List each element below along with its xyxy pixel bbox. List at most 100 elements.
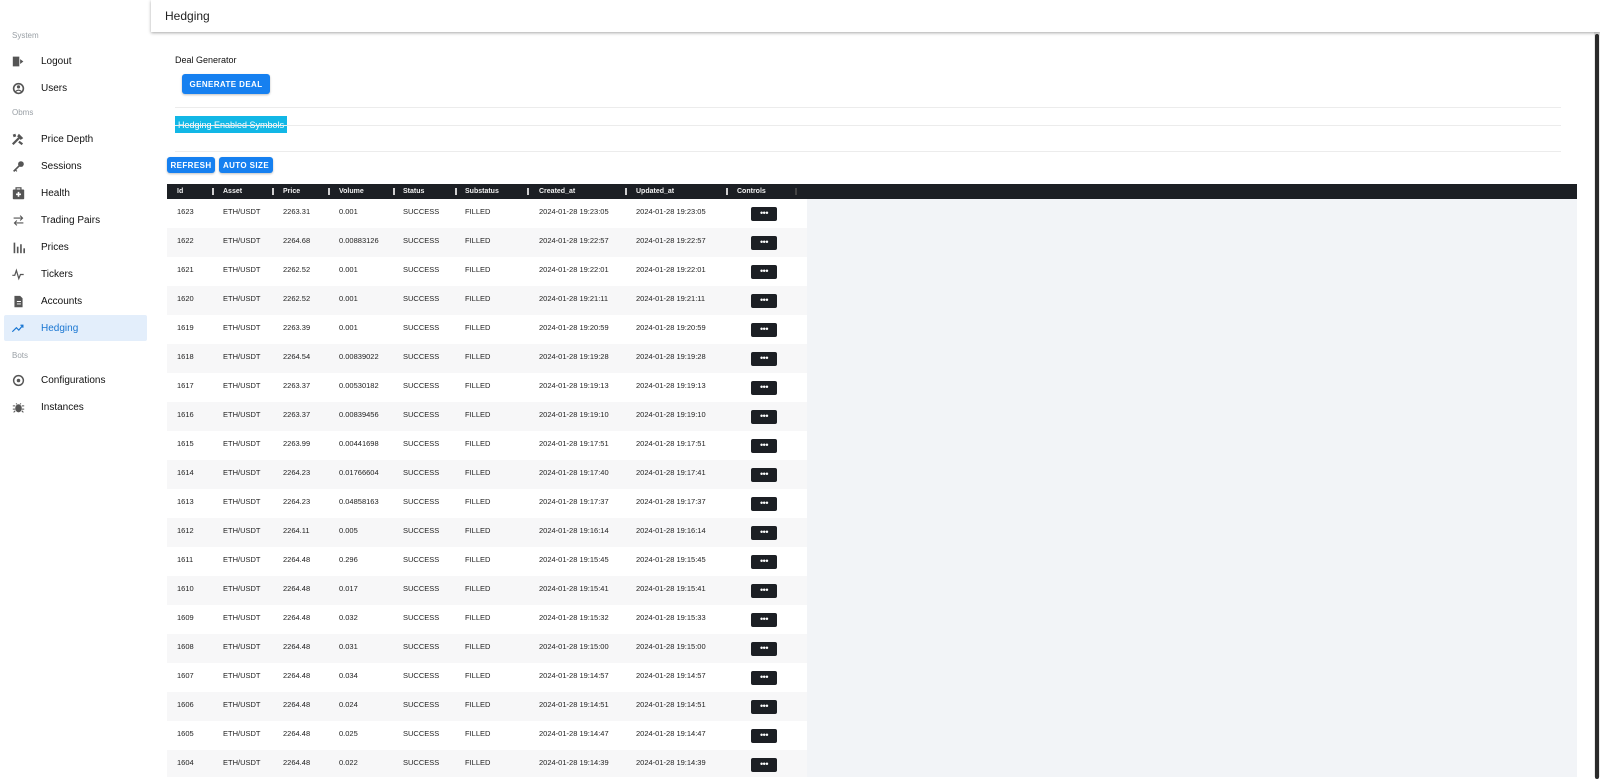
cell-created-at: 2024-01-28 19:19:28 bbox=[539, 352, 609, 361]
refresh-button[interactable]: REFRESH bbox=[167, 157, 215, 173]
sidebar-item-health[interactable]: Health bbox=[4, 180, 147, 206]
cell-updated-at: 2024-01-28 19:14:39 bbox=[636, 758, 706, 767]
sidebar-item-trading-pairs[interactable]: Trading Pairs bbox=[4, 207, 147, 233]
vertical-scrollbar[interactable] bbox=[1594, 32, 1600, 779]
row-controls-button[interactable]: ••• bbox=[751, 236, 777, 250]
auto-size-button[interactable]: AUTO SIZE bbox=[219, 157, 273, 173]
table-row[interactable]: 1622 ETH/USDT 2264.68 0.00883126 SUCCESS FILL… bbox=[167, 228, 807, 258]
table-row[interactable]: 1606 ETH/USDT 2264.48 0.024 SUCCESS FILLED 202… bbox=[167, 692, 807, 722]
sidebar-item-instances[interactable]: Instances bbox=[4, 394, 147, 420]
column-header-created-at[interactable]: Created_at bbox=[539, 184, 575, 199]
row-controls-button[interactable]: ••• bbox=[751, 584, 777, 598]
table-row[interactable]: 1623 ETH/USDT 2263.31 0.001 SUCCESS FILLED 202… bbox=[167, 199, 807, 229]
document-icon bbox=[10, 293, 26, 309]
column-resize-handle[interactable] bbox=[393, 188, 395, 195]
row-controls-button[interactable]: ••• bbox=[751, 555, 777, 569]
table-row[interactable]: 1611 ETH/USDT 2264.48 0.296 SUCCESS FILLED 202… bbox=[167, 547, 807, 577]
table-row[interactable]: 1617 ETH/USDT 2263.37 0.00530182 SUCCESS FILL… bbox=[167, 373, 807, 403]
cell-substatus: FILLED bbox=[465, 410, 491, 419]
row-controls-button[interactable]: ••• bbox=[751, 439, 777, 453]
column-resize-handle[interactable] bbox=[272, 188, 274, 195]
column-header-asset[interactable]: Asset bbox=[223, 184, 242, 199]
sidebar-item-configurations[interactable]: Configurations bbox=[4, 367, 147, 393]
table-row[interactable]: 1607 ETH/USDT 2264.48 0.034 SUCCESS FILLED 202… bbox=[167, 663, 807, 693]
column-resize-handle[interactable] bbox=[625, 188, 627, 195]
sidebar-item-label: Health bbox=[41, 187, 70, 199]
sidebar-item-logout[interactable]: Logout bbox=[4, 48, 147, 74]
row-controls-button[interactable]: ••• bbox=[751, 729, 777, 743]
row-controls-button[interactable]: ••• bbox=[751, 671, 777, 685]
cell-id: 1619 bbox=[177, 323, 194, 332]
scrollbar-thumb[interactable] bbox=[1595, 34, 1599, 779]
table-row[interactable]: 1615 ETH/USDT 2263.99 0.00441698 SUCCESS FILL… bbox=[167, 431, 807, 461]
sidebar-item-prices[interactable]: Prices bbox=[4, 234, 147, 260]
users-icon bbox=[10, 80, 26, 96]
column-header-substatus[interactable]: Substatus bbox=[465, 184, 499, 199]
row-controls-button[interactable]: ••• bbox=[751, 294, 777, 308]
column-resize-handle[interactable] bbox=[328, 188, 330, 195]
row-controls-button[interactable]: ••• bbox=[751, 265, 777, 279]
sidebar-item-sessions[interactable]: Sessions bbox=[4, 153, 147, 179]
row-controls-button[interactable]: ••• bbox=[751, 613, 777, 627]
cell-asset: ETH/USDT bbox=[223, 642, 261, 651]
table-row[interactable]: 1605 ETH/USDT 2264.48 0.025 SUCCESS FILLED 202… bbox=[167, 721, 807, 751]
table-row[interactable]: 1608 ETH/USDT 2264.48 0.031 SUCCESS FILLED 202… bbox=[167, 634, 807, 664]
table-row[interactable]: 1614 ETH/USDT 2264.23 0.01766604 SUCCESS FILL… bbox=[167, 460, 807, 490]
row-controls-button[interactable]: ••• bbox=[751, 497, 777, 511]
cell-volume: 0.04858163 bbox=[339, 497, 379, 506]
generate-deal-button[interactable]: GENERATE DEAL bbox=[182, 74, 270, 94]
cell-created-at: 2024-01-28 19:14:51 bbox=[539, 700, 609, 709]
column-header-volume[interactable]: Volume bbox=[339, 184, 364, 199]
table-row[interactable]: 1609 ETH/USDT 2264.48 0.032 SUCCESS FILLED 202… bbox=[167, 605, 807, 635]
column-resize-handle[interactable] bbox=[527, 188, 529, 195]
column-resize-handle[interactable] bbox=[726, 188, 728, 195]
cell-price: 2264.23 bbox=[283, 468, 311, 477]
cell-status: SUCCESS bbox=[403, 294, 440, 303]
cell-substatus: FILLED bbox=[465, 265, 491, 274]
table-row[interactable]: 1618 ETH/USDT 2264.54 0.00839022 SUCCESS FILL… bbox=[167, 344, 807, 374]
row-controls-button[interactable]: ••• bbox=[751, 410, 777, 424]
cell-id: 1615 bbox=[177, 439, 194, 448]
table-row[interactable]: 1616 ETH/USDT 2263.37 0.00839456 SUCCESS FILL… bbox=[167, 402, 807, 432]
sidebar-item-tickers[interactable]: Tickers bbox=[4, 261, 147, 287]
cell-created-at: 2024-01-28 19:19:13 bbox=[539, 381, 609, 390]
row-controls-button[interactable]: ••• bbox=[751, 207, 777, 221]
cell-volume: 0.00530182 bbox=[339, 381, 379, 390]
row-controls-button[interactable]: ••• bbox=[751, 526, 777, 540]
cell-id: 1607 bbox=[177, 671, 194, 680]
column-header-id[interactable]: Id bbox=[177, 184, 183, 199]
section-label-bots: Bots bbox=[12, 351, 29, 360]
sidebar-item-accounts[interactable]: Accounts bbox=[4, 288, 147, 314]
table-row[interactable]: 1620 ETH/USDT 2262.52 0.001 SUCCESS FILLED 202… bbox=[167, 286, 807, 316]
row-controls-button[interactable]: ••• bbox=[751, 642, 777, 656]
cell-created-at: 2024-01-28 19:21:11 bbox=[539, 294, 609, 303]
pulse-icon bbox=[10, 266, 26, 282]
row-controls-button[interactable]: ••• bbox=[751, 323, 777, 337]
row-controls-button[interactable]: ••• bbox=[751, 352, 777, 366]
cell-id: 1621 bbox=[177, 265, 194, 274]
table-row[interactable]: 1619 ETH/USDT 2263.39 0.001 SUCCESS FILLED 202… bbox=[167, 315, 807, 345]
table-row[interactable]: 1621 ETH/USDT 2262.52 0.001 SUCCESS FILLED 202… bbox=[167, 257, 807, 287]
table-row[interactable]: 1613 ETH/USDT 2264.23 0.04858163 SUCCESS FILL… bbox=[167, 489, 807, 519]
cell-asset: ETH/USDT bbox=[223, 758, 261, 767]
cell-asset: ETH/USDT bbox=[223, 439, 261, 448]
row-controls-button[interactable]: ••• bbox=[751, 758, 777, 772]
row-controls-button[interactable]: ••• bbox=[751, 381, 777, 395]
column-resize-handle[interactable] bbox=[455, 188, 457, 195]
column-header-updated-at[interactable]: Updated_at bbox=[636, 184, 674, 199]
cell-volume: 0.00839022 bbox=[339, 352, 379, 361]
table-row[interactable]: 1604 ETH/USDT 2264.48 0.022 SUCCESS FILLED 202… bbox=[167, 750, 807, 777]
cell-updated-at: 2024-01-28 19:17:51 bbox=[636, 439, 706, 448]
row-controls-button[interactable]: ••• bbox=[751, 700, 777, 714]
sidebar-item-users[interactable]: Users bbox=[4, 75, 147, 101]
sidebar-item-price-depth[interactable]: Price Depth bbox=[4, 126, 147, 152]
table-row[interactable]: 1612 ETH/USDT 2264.11 0.005 SUCCESS FILLED 202… bbox=[167, 518, 807, 548]
column-header-status[interactable]: Status bbox=[403, 184, 424, 199]
sidebar-item-hedging[interactable]: Hedging bbox=[4, 315, 147, 341]
column-header-price[interactable]: Price bbox=[283, 184, 300, 199]
row-controls-button[interactable]: ••• bbox=[751, 468, 777, 482]
table-row[interactable]: 1610 ETH/USDT 2264.48 0.017 SUCCESS FILLED 202… bbox=[167, 576, 807, 606]
cell-status: SUCCESS bbox=[403, 729, 440, 738]
column-header-controls[interactable]: Controls bbox=[737, 184, 766, 199]
column-resize-handle[interactable] bbox=[212, 188, 214, 195]
